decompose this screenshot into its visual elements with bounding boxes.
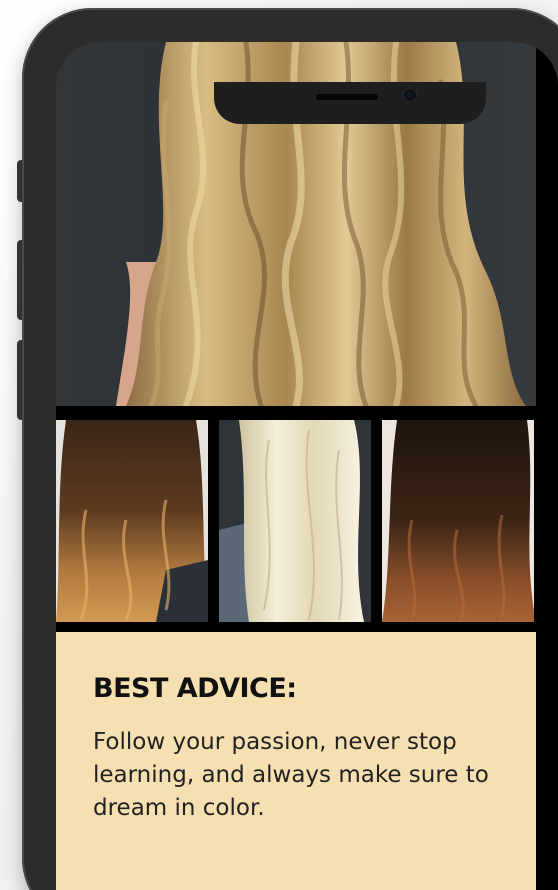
phone-notch [214,82,486,124]
speaker-grille [316,94,378,100]
thumbnail-chocolate-ombre[interactable] [382,420,534,622]
advice-text: Follow your passion, never stop learning… [93,729,489,821]
thumbnail-platinum-blonde[interactable] [219,420,371,622]
page-canvas: BEST ADVICE: Follow your passion, never … [0,0,558,890]
thumbnail-strip [56,420,536,622]
advice-heading: BEST ADVICE: [93,673,297,704]
thumbnail-balayage-brunette[interactable] [56,420,208,622]
advice-panel: BEST ADVICE: Follow your passion, never … [56,632,536,890]
phone-screen: BEST ADVICE: Follow your passion, never … [56,42,558,890]
front-camera-icon [404,89,416,101]
